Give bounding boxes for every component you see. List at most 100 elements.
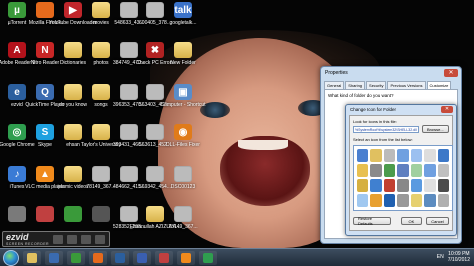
desktop-icon[interactable]: Taylor's University (81, 124, 121, 148)
icon-choice[interactable] (383, 194, 396, 207)
desktop-icon[interactable] (58, 206, 88, 222)
desktop-icon[interactable]: ▲ VLC media player (25, 166, 65, 190)
app-icon: ▣ (174, 84, 192, 100)
folder-icon (92, 84, 110, 100)
settings-icon[interactable] (95, 234, 106, 244)
tab-general[interactable]: General (324, 81, 345, 89)
taskbar-ezvid-button[interactable] (111, 250, 129, 265)
desktop-icon[interactable] (30, 206, 60, 222)
icon-choice[interactable] (437, 149, 449, 162)
desktop-icon[interactable]: ✖ Check PC Errors (136, 42, 174, 66)
icon-choice[interactable] (383, 179, 396, 192)
desktop-icon[interactable]: do you know (58, 84, 88, 108)
icon-choice[interactable] (424, 179, 436, 192)
icon-choice[interactable] (437, 164, 449, 177)
pause-icon[interactable] (67, 234, 78, 244)
icon-choice[interactable] (397, 194, 409, 207)
icon-choice[interactable] (397, 149, 409, 162)
desktop-icon[interactable]: islamic videos (57, 166, 89, 190)
taskbar-items (19, 250, 217, 265)
icon-choice[interactable] (424, 149, 436, 162)
taskbar-firefox-button[interactable] (89, 250, 107, 265)
icon-choice[interactable] (424, 194, 436, 207)
desktop-icon[interactable]: µ µTorrent (2, 2, 32, 26)
desktop-icon[interactable] (2, 206, 32, 222)
tab-previous-versions[interactable]: Previous Versions (387, 81, 426, 89)
icon-choice[interactable] (424, 164, 436, 177)
desktop-icon[interactable]: movies (86, 2, 116, 26)
desktop-icon[interactable]: 78149_367... (168, 206, 198, 230)
icon-choice[interactable] (370, 194, 382, 207)
taskbar-media-player-button[interactable] (45, 250, 63, 265)
stop-icon[interactable] (81, 234, 92, 244)
close-icon[interactable]: ✕ (441, 106, 453, 113)
change-icon-dialog[interactable]: Change Icon for Folder ✕ Look for icons … (345, 104, 457, 236)
folder-icon (174, 42, 192, 58)
icon-path-input[interactable]: %SystemRoot%\system32\SHELL32.dll (353, 125, 419, 133)
icon-choice[interactable] (357, 149, 369, 162)
desktop-icon-label: New Folder (170, 60, 196, 66)
icon-choice[interactable] (410, 194, 423, 207)
desktop-icon[interactable]: S Skype (30, 124, 60, 148)
tab-customize[interactable]: Customize (426, 81, 452, 89)
desktop-icon[interactable]: ▣ Computer - Shortcut (160, 84, 206, 108)
desktop-icon[interactable]: photos (86, 42, 116, 66)
close-icon[interactable]: ✕ (444, 69, 458, 77)
icon-choice[interactable] (370, 179, 382, 192)
icon-choice[interactable] (357, 194, 369, 207)
ok-button[interactable]: OK (400, 217, 422, 225)
clock[interactable]: 10:09 PM 7/10/2012 (448, 251, 470, 263)
icon-list[interactable] (353, 145, 453, 211)
icon-choice[interactable] (357, 179, 369, 192)
desktop-icon[interactable]: songs (86, 84, 116, 108)
icon-choice[interactable] (370, 164, 382, 177)
restore-defaults-button[interactable]: Restore Defaults (353, 216, 391, 226)
desktop-icon[interactable]: talk googletalk... (168, 2, 198, 26)
app-icon: ▲ (36, 166, 54, 182)
desktop-icon[interactable]: Q QuickTime Player (25, 84, 65, 108)
taskbar-word-button[interactable] (133, 250, 151, 265)
desktop-icon[interactable]: DSC00123 (168, 166, 198, 190)
folder-icon (92, 2, 110, 18)
taskbar-utorrent-button[interactable] (67, 250, 85, 265)
record-icon[interactable] (53, 234, 64, 244)
start-button[interactable] (3, 249, 19, 266)
desktop-icon[interactable]: New Folder (168, 42, 198, 66)
taskbar-paint-button[interactable] (155, 250, 173, 265)
desktop-icon[interactable]: Dictionaries (58, 42, 88, 66)
icon-choice[interactable] (437, 194, 449, 207)
desktop-icon-label: Computer - Shortcut (160, 102, 206, 108)
icon-choice[interactable] (397, 164, 409, 177)
taskbar-chrome-button[interactable] (199, 250, 217, 265)
desktop-icon[interactable]: ◉ DLL-Files Fixer (166, 124, 200, 148)
desktop-icon[interactable]: 600405_378... (139, 2, 171, 26)
taskbar-explorer-button[interactable] (23, 250, 41, 265)
icon-choice[interactable] (383, 164, 396, 177)
desktop-icon[interactable]: ◎ Google Chrome (0, 124, 35, 148)
taskbar-vlc-button[interactable] (177, 250, 195, 265)
icon-choice[interactable] (437, 179, 449, 192)
desktop-icon[interactable]: Ehsanullah AZIZULA... (130, 206, 180, 230)
icon-choice[interactable] (410, 179, 423, 192)
browse-button[interactable]: Browse... (422, 125, 449, 133)
tab-sharing[interactable]: Sharing (345, 81, 366, 89)
tab-security[interactable]: Security (366, 81, 387, 89)
document-icon (120, 206, 138, 222)
desktop-icon[interactable]: A Adobe Reader 9 (0, 42, 35, 66)
icon-choice[interactable] (397, 179, 409, 192)
desktop-icon-label: 78149_367... (86, 184, 116, 190)
document-icon (146, 84, 164, 100)
cancel-button[interactable]: Cancel (425, 217, 449, 225)
desktop-icon[interactable]: N Nitro Reader (30, 42, 60, 66)
icon-choice[interactable] (383, 149, 396, 162)
icon-choice[interactable] (410, 164, 423, 177)
desktop-icon[interactable] (86, 206, 116, 222)
ezvid-logo: ezvid (6, 232, 29, 242)
language-indicator[interactable]: EN (437, 254, 444, 260)
icon-choice[interactable] (370, 149, 382, 162)
icon-choice[interactable] (410, 149, 423, 162)
desktop-icon[interactable]: 569342_454... (139, 166, 171, 190)
icon-choice[interactable] (357, 164, 369, 177)
desktop-icon[interactable]: 78149_367... (86, 166, 116, 190)
desktop-icon[interactable]: ▶ YouTube Downloader (49, 2, 97, 26)
